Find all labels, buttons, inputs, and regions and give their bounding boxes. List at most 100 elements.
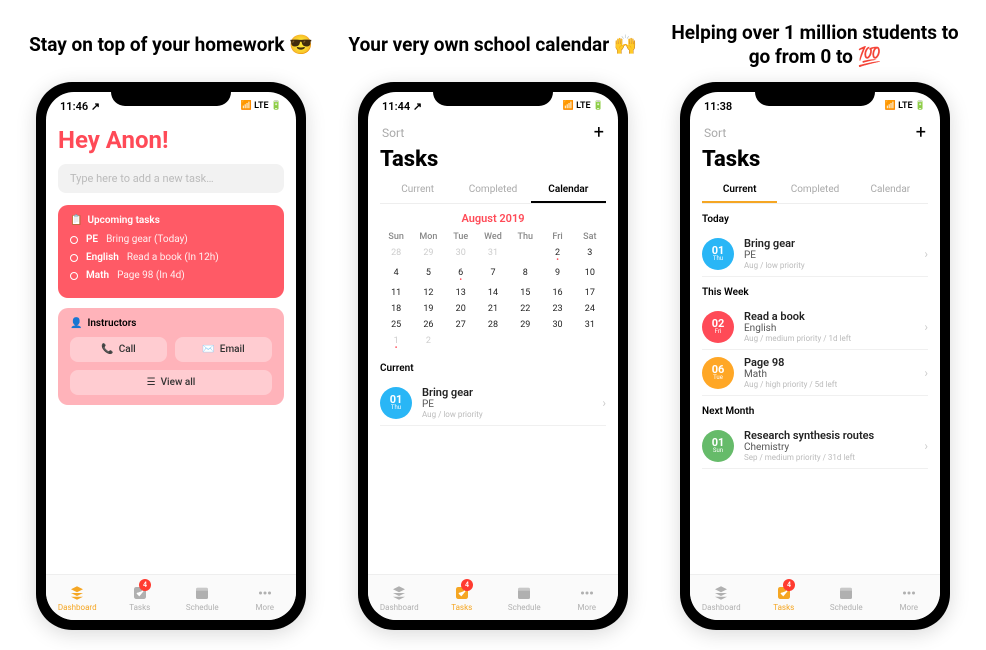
- add-icon[interactable]: +: [594, 122, 604, 143]
- tab-tasks[interactable]: 4Tasks: [753, 575, 816, 620]
- tab-more[interactable]: More: [878, 575, 941, 620]
- section-label: Today: [702, 214, 928, 225]
- calendar-day[interactable]: 8: [509, 265, 541, 285]
- tab-completed[interactable]: Completed: [455, 178, 530, 203]
- tasks-badge: 4: [139, 579, 151, 591]
- list-item[interactable]: 06Tue Page 98MathAug / high priority / 5…: [702, 350, 928, 396]
- page-title: Tasks: [380, 147, 606, 172]
- calendar-day[interactable]: 9: [541, 265, 573, 285]
- add-icon[interactable]: +: [916, 122, 926, 143]
- upcoming-tasks-title: 📋 Upcoming tasks: [70, 215, 272, 226]
- calendar-day[interactable]: 24: [574, 301, 606, 317]
- tab-calendar[interactable]: Calendar: [531, 178, 606, 203]
- calendar-day[interactable]: 10: [574, 265, 606, 285]
- calendar-day[interactable]: 1: [509, 245, 541, 265]
- tab-current[interactable]: Current: [702, 178, 777, 203]
- date-badge: 06Tue: [702, 357, 734, 389]
- task-row[interactable]: Math Page 98 (In 4d): [70, 270, 272, 281]
- list-item[interactable]: 01Thu Bring gear PE Aug / low priority ›: [380, 380, 606, 426]
- list-item[interactable]: 01Thu Bring gearPEAug / low priority ›: [702, 231, 928, 277]
- calendar-day[interactable]: 22: [509, 301, 541, 317]
- tab-schedule[interactable]: Schedule: [493, 575, 556, 620]
- calendar-day[interactable]: [445, 333, 477, 353]
- headline-3: Helping over 1 million students to go fr…: [663, 20, 968, 70]
- calendar-day[interactable]: [574, 333, 606, 353]
- calendar-day[interactable]: 3: [574, 245, 606, 265]
- calendar-day[interactable]: 2: [412, 333, 444, 353]
- calendar-day[interactable]: 19: [412, 301, 444, 317]
- section-label: This Week: [702, 287, 928, 298]
- calendar-day[interactable]: 31: [477, 245, 509, 265]
- tab-current[interactable]: Current: [380, 178, 455, 203]
- instructors-title: 👤 Instructors: [70, 318, 272, 329]
- tab-more[interactable]: More: [556, 575, 619, 620]
- tab-calendar[interactable]: Calendar: [853, 178, 928, 203]
- tab-dashboard[interactable]: Dashboard: [46, 575, 109, 620]
- calendar-day[interactable]: 6: [445, 265, 477, 285]
- calendar-day[interactable]: [509, 333, 541, 353]
- tab-schedule[interactable]: Schedule: [171, 575, 234, 620]
- section-label: Next Month: [702, 406, 928, 417]
- month-label: August 2019: [380, 212, 606, 225]
- calendar-day[interactable]: 23: [541, 301, 573, 317]
- task-row[interactable]: PE Bring gear (Today): [70, 234, 272, 245]
- calendar-day[interactable]: 14: [477, 285, 509, 301]
- calendar-day[interactable]: 13: [445, 285, 477, 301]
- calendar-day[interactable]: 1: [380, 333, 412, 353]
- calendar-day[interactable]: 29: [509, 317, 541, 333]
- task-row[interactable]: English Read a book (In 12h): [70, 252, 272, 263]
- tab-tasks[interactable]: 4Tasks: [431, 575, 494, 620]
- chevron-right-icon: ›: [924, 439, 928, 453]
- calendar-day[interactable]: 11: [380, 285, 412, 301]
- calendar-day[interactable]: [477, 333, 509, 353]
- tab-completed[interactable]: Completed: [777, 178, 852, 203]
- calendar-day[interactable]: 4: [380, 265, 412, 285]
- calendar-day[interactable]: 30: [445, 245, 477, 265]
- calendar-day[interactable]: 27: [445, 317, 477, 333]
- chevron-right-icon: ›: [924, 320, 928, 334]
- calendar-day[interactable]: 18: [380, 301, 412, 317]
- chevron-right-icon: ›: [924, 366, 928, 380]
- call-button[interactable]: 📞 Call: [70, 337, 167, 362]
- calendar-day[interactable]: 29: [412, 245, 444, 265]
- calendar-day[interactable]: 21: [477, 301, 509, 317]
- calendar-day[interactable]: 2: [541, 245, 573, 265]
- sort-button[interactable]: Sort: [382, 126, 404, 140]
- calendar-day[interactable]: 25: [380, 317, 412, 333]
- calendar-day[interactable]: 7: [477, 265, 509, 285]
- date-badge: 01Sun: [702, 430, 734, 462]
- calendar-day[interactable]: 31: [574, 317, 606, 333]
- dow-label: Thu: [509, 229, 541, 245]
- calendar-day[interactable]: 28: [380, 245, 412, 265]
- tab-schedule[interactable]: Schedule: [815, 575, 878, 620]
- sort-button[interactable]: Sort: [704, 126, 726, 140]
- add-task-input[interactable]: Type here to add a new task…: [58, 164, 284, 193]
- status-bar: 11:46 ↗ 📶 LTE 🔋: [46, 92, 296, 120]
- calendar-day[interactable]: 30: [541, 317, 573, 333]
- calendar-day[interactable]: 20: [445, 301, 477, 317]
- calendar-day[interactable]: 17: [574, 285, 606, 301]
- list-item[interactable]: 02Fri Read a bookEnglishAug / medium pri…: [702, 304, 928, 350]
- calendar-day[interactable]: 28: [477, 317, 509, 333]
- calendar-day[interactable]: 16: [541, 285, 573, 301]
- calendar-day[interactable]: 12: [412, 285, 444, 301]
- tab-more[interactable]: More: [234, 575, 297, 620]
- calendar-day[interactable]: [541, 333, 573, 353]
- calendar-day[interactable]: 15: [509, 285, 541, 301]
- task-checkbox-icon[interactable]: [70, 236, 78, 244]
- task-checkbox-icon[interactable]: [70, 272, 78, 280]
- dow-label: Mon: [412, 229, 444, 245]
- upcoming-tasks-card: 📋 Upcoming tasks PE Bring gear (Today) En…: [58, 205, 284, 298]
- list-item[interactable]: 01Sun Research synthesis routesChemistry…: [702, 423, 928, 469]
- email-button[interactable]: ✉️ Email: [175, 337, 272, 362]
- tab-dashboard[interactable]: Dashboard: [368, 575, 431, 620]
- view-all-button[interactable]: ☰ View all: [70, 370, 272, 395]
- status-network: 📶 LTE 🔋: [885, 101, 926, 111]
- calendar-day[interactable]: 5: [412, 265, 444, 285]
- task-checkbox-icon[interactable]: [70, 254, 78, 262]
- tab-dashboard[interactable]: Dashboard: [690, 575, 753, 620]
- calendar-day[interactable]: 26: [412, 317, 444, 333]
- tab-tasks[interactable]: 4Tasks: [109, 575, 172, 620]
- phone-frame: 11:46 ↗ 📶 LTE 🔋 Hey Anon! Type here to a…: [36, 82, 306, 630]
- chevron-right-icon: ›: [602, 396, 606, 410]
